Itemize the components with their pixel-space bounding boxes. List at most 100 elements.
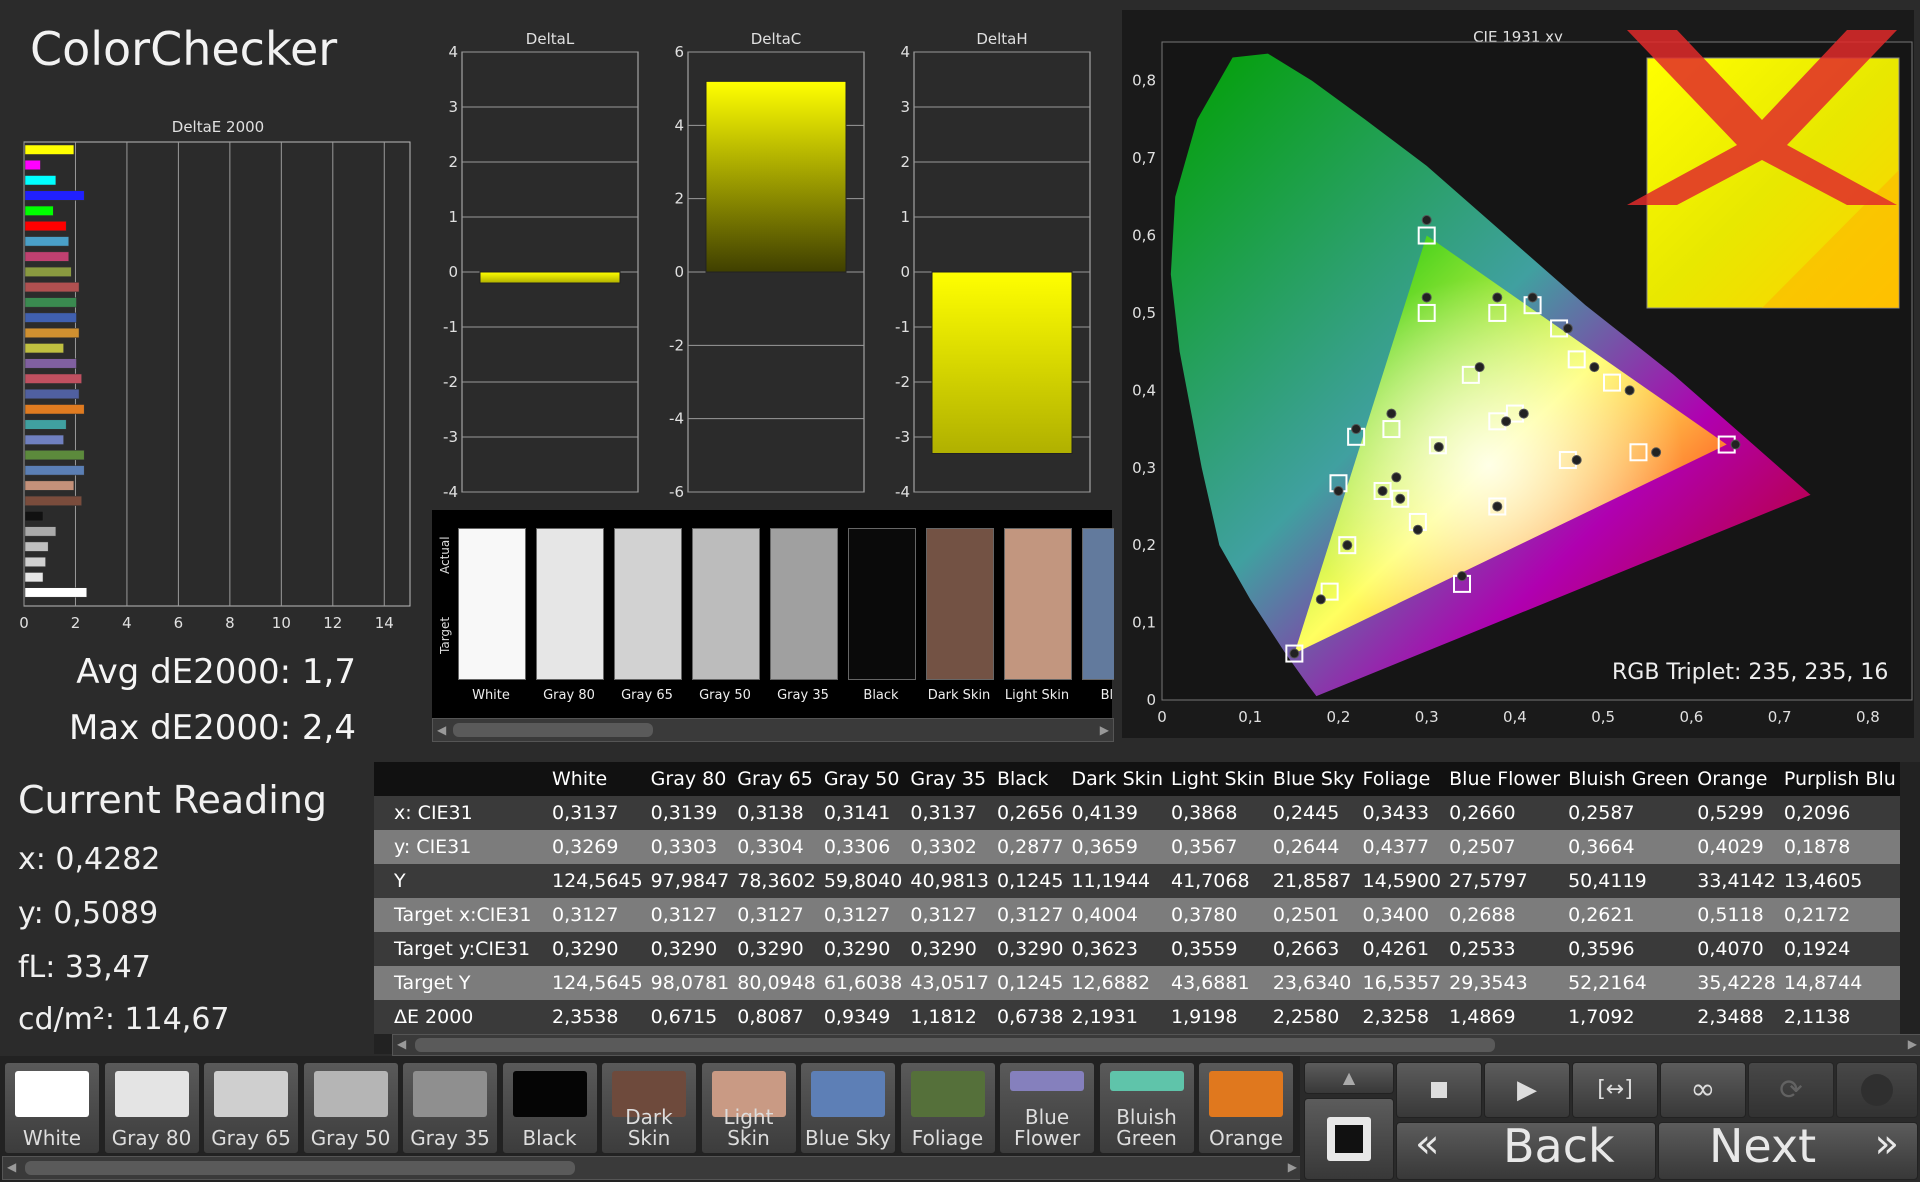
delta-tick-label: 3	[448, 98, 458, 116]
table-cell: 0,5118	[1693, 898, 1780, 932]
table-cell: 16,5357	[1358, 966, 1446, 1000]
table-cell: 0,3303	[646, 830, 734, 864]
swatch-chip	[811, 1071, 885, 1117]
table-scroll-left-icon[interactable]: ◀	[397, 1037, 406, 1051]
table-cell: 0,3127	[548, 898, 647, 932]
refresh-button[interactable]: ⟳	[1748, 1062, 1834, 1118]
swatch-button[interactable]: Foliage	[899, 1062, 996, 1154]
table-scrollbar[interactable]: ◀ ▶	[392, 1034, 1920, 1056]
play-button[interactable]: ▶	[1484, 1062, 1570, 1118]
stop-button[interactable]	[1396, 1062, 1482, 1118]
cie-actual-marker	[1433, 441, 1444, 452]
current-reading-title: Current Reading	[18, 778, 328, 822]
deltae-bar	[24, 419, 67, 430]
swatch-button[interactable]: Gray 80	[103, 1062, 200, 1154]
table-cell: 98,0781	[646, 966, 734, 1000]
swatch-button[interactable]: Dark Skin	[601, 1062, 697, 1154]
cie-chart: CIE 1931 xy 0 0,1 0,2 0,3 0,4 0,5 0,6 0,7 0,800,…	[1132, 28, 1913, 726]
swatch-chip	[1209, 1071, 1283, 1117]
swatch-scrollbar[interactable]: ◀ ▶	[2, 1156, 1302, 1180]
swatch-button[interactable]: White	[4, 1062, 100, 1154]
reading-x: x: 0,4282	[18, 842, 161, 877]
table-cell: 35,4228	[1693, 966, 1780, 1000]
table-cell: 80,0948	[733, 966, 820, 1000]
next-button[interactable]: Next »	[1658, 1119, 1918, 1180]
cie-x-tick: 0,1	[1238, 708, 1262, 726]
cie-actual-marker	[1562, 323, 1573, 334]
table-cell: 1,9198	[1166, 1000, 1269, 1034]
patch-swatch	[848, 528, 916, 680]
cie-y-tick: 0,4	[1132, 381, 1156, 399]
cie-panel: CIE 1931 xy 0 0,1 0,2 0,3 0,4 0,5 0,6 0,7 0,8 0 0,…	[1122, 10, 1914, 738]
swatch-button[interactable]: Gray 35	[402, 1062, 498, 1154]
table-cell: 0,3623	[1067, 932, 1167, 966]
cie-actual-marker	[1527, 292, 1538, 303]
delta-tick-label: 0	[448, 263, 458, 281]
deltae-tick-label: 12	[323, 614, 342, 632]
cie-y-tick: 0,5	[1132, 304, 1156, 322]
swatch-button[interactable]: Blue Flower	[999, 1062, 1095, 1154]
table-row: y: CIE31 0,3269 0,3303 0,3304 0,3306 0,3302 0,…	[374, 830, 1900, 864]
swatch-scroll-thumb[interactable]	[25, 1161, 575, 1175]
table-cell: 12,6882	[1067, 966, 1167, 1000]
table-cell: 0,3290	[819, 932, 907, 966]
delta-tick-label: -1	[895, 318, 910, 336]
cie-actual-marker	[1730, 439, 1741, 450]
table-column-header: Blue Sky	[1268, 762, 1359, 796]
scroll-right-icon[interactable]: ▶	[1100, 723, 1109, 737]
table-cell: 0,3304	[733, 830, 820, 864]
table-cell: 0,3302	[906, 830, 993, 864]
delta-tick-label: 4	[900, 43, 910, 61]
table-row: Target y:CIE31 0,3290 0,3290 0,3290 0,3290 0,…	[374, 932, 1900, 966]
swatch-scroll-left-icon[interactable]: ◀	[7, 1160, 16, 1174]
deltah-chart: DeltaH 4 3 2 1 0 -1 -2 -3 -4	[895, 30, 1091, 501]
record-button[interactable]	[1836, 1062, 1918, 1118]
target-label: Target	[438, 616, 452, 654]
cie-x-tick: 0,7	[1768, 708, 1792, 726]
deltae-bar	[24, 511, 44, 522]
loop-button[interactable]: ∞	[1660, 1062, 1746, 1118]
patch-row: White Gray 80 Gray 65 Gray 50 Gray 35 Black Da…	[454, 520, 1114, 720]
swatch-button[interactable]: Gray 50	[302, 1062, 399, 1154]
swatch-button[interactable]: Light Skin	[700, 1062, 797, 1154]
swatch-scroll-right-icon[interactable]: ▶	[1288, 1160, 1297, 1174]
cie-actual-marker	[1571, 455, 1582, 466]
table-cell: 0,3400	[1358, 898, 1446, 932]
patch-scroll-thumb[interactable]	[453, 723, 653, 737]
table-row: x: CIE31 0,3137 0,3139 0,3138 0,3141 0,3137 0,…	[374, 796, 1900, 830]
patch-scrollbar[interactable]: ◀ ▶	[432, 718, 1114, 742]
table-scroll-right-icon[interactable]: ▶	[1908, 1037, 1917, 1051]
fit-button[interactable]: [↔]	[1572, 1062, 1658, 1118]
swatch-button[interactable]: Bluish Green	[1098, 1062, 1195, 1154]
app-title: ColorChecker	[30, 22, 338, 76]
table-cell: 2,1138	[1779, 1000, 1900, 1034]
patch-swatch	[1082, 528, 1114, 680]
swatch-button[interactable]: Black	[501, 1062, 598, 1154]
table-cell: 0,3269	[548, 830, 647, 864]
cie-actual-marker	[1421, 292, 1432, 303]
deltae-tick-label: 8	[225, 614, 235, 632]
swatch-button[interactable]: Blue Sky	[800, 1062, 896, 1154]
cie-actual-marker	[1351, 424, 1362, 435]
delta-tick-label: 2	[900, 153, 910, 171]
scroll-left-icon[interactable]: ◀	[437, 723, 446, 737]
swatch-button[interactable]: Orange	[1198, 1062, 1294, 1154]
table-cell: 0,2660	[1445, 796, 1565, 830]
cie-actual-marker	[1421, 215, 1432, 226]
stop-large-button[interactable]	[1304, 1098, 1394, 1180]
cie-actual-marker	[1492, 501, 1503, 512]
swatch-label: Dark Skin	[625, 1105, 673, 1150]
deltac-chart: DeltaC 6 4 2 0 -2 -4 -6	[669, 30, 865, 501]
swatch-chip	[114, 1071, 189, 1117]
table-scroll-thumb[interactable]	[415, 1038, 1495, 1052]
up-button[interactable]: ▲	[1304, 1062, 1394, 1094]
swatch-chip	[214, 1071, 288, 1117]
delta-tick-label: -2	[895, 373, 910, 391]
back-button[interactable]: « Back	[1396, 1119, 1656, 1180]
table-cell: 0,3127	[906, 898, 993, 932]
cie-actual-marker	[1395, 493, 1406, 504]
delta-tick-label: 6	[674, 43, 684, 61]
swatch-button[interactable]: Gray 65	[203, 1062, 299, 1154]
cie-y-tick: 0,1	[1132, 614, 1156, 632]
table-cell: 0,4139	[1067, 796, 1167, 830]
